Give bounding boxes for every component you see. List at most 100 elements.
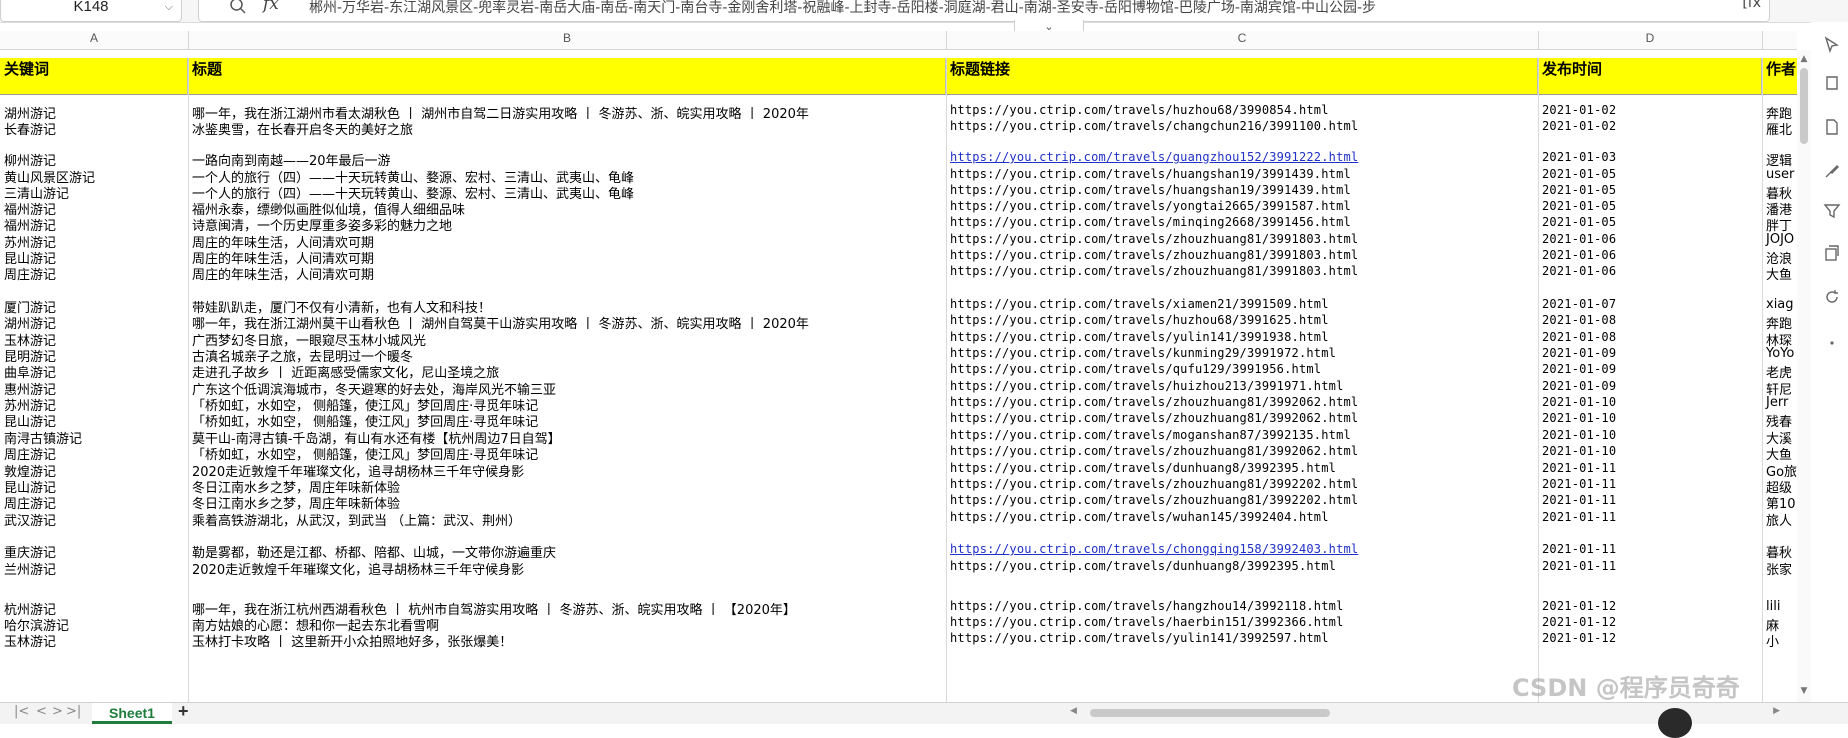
column-header-b[interactable]: B <box>188 31 947 49</box>
table-cell-e[interactable]: 旅人 <box>1762 510 1797 528</box>
add-sheet-button[interactable]: + <box>178 701 189 722</box>
scroll-up-icon[interactable]: ▲ <box>1799 54 1809 64</box>
table-cell-d[interactable]: 2021-01-10 <box>1538 411 1762 429</box>
table-cell-e[interactable]: 大鱼 <box>1762 264 1797 282</box>
table-cell-e[interactable]: 暮秋 <box>1762 542 1797 560</box>
table-cell-b[interactable]: 乘着高铁游湖北，从武汉，到武当 （上篇：武汉、荆州） <box>188 510 946 528</box>
table-cell-d[interactable]: 2021-01-05 <box>1538 215 1762 233</box>
formula-expand-button[interactable]: [fx <box>1742 0 1761 11</box>
table-cell-a[interactable]: 柳州游记 <box>0 150 188 168</box>
table-cell-a[interactable]: 周庄游记 <box>0 444 188 462</box>
table-cell-d[interactable]: 2021-01-11 <box>1538 542 1762 560</box>
scroll-down-icon[interactable]: ▼ <box>1799 686 1809 696</box>
name-box[interactable]: K148 ⌵ <box>0 0 182 22</box>
sheet-tab-sheet1[interactable]: Sheet1 <box>92 703 172 724</box>
refresh-icon[interactable] <box>1823 288 1841 306</box>
table-cell-c[interactable]: https://you.ctrip.com/travels/qufu129/39… <box>946 362 1538 380</box>
table-cell-a[interactable]: 湖州游记 <box>0 313 188 331</box>
scroll-left-icon[interactable]: ◀ <box>1070 706 1077 716</box>
table-cell-a[interactable]: 兰州游记 <box>0 559 188 577</box>
header-title-link[interactable]: 标题链接 <box>946 58 1538 95</box>
table-cell-a[interactable]: 福州游记 <box>0 215 188 233</box>
prev-sheet-icon[interactable]: < <box>36 704 47 719</box>
column-header-e[interactable] <box>1762 31 1797 49</box>
table-cell-d[interactable]: 2021-01-11 <box>1538 493 1762 511</box>
table-cell-b[interactable]: 周庄的年味生活，人间清欢可期 <box>188 264 946 282</box>
table-cell-c[interactable]: https://you.ctrip.com/travels/zhouzhuang… <box>946 493 1538 511</box>
filter-icon[interactable] <box>1823 202 1841 220</box>
table-cell-b[interactable]: 冬日江南水乡之梦，周庄年味新体验 <box>188 493 946 511</box>
table-cell-d[interactable]: 2021-01-02 <box>1538 119 1762 137</box>
table-cell-b[interactable]: 「桥如虹，水如空， 侧船篷，使江风」梦回周庄·寻觅年味记 <box>188 411 946 429</box>
table-cell-c[interactable]: https://you.ctrip.com/travels/guangzhou1… <box>946 150 1538 168</box>
table-cell-b[interactable]: 诗意闽清，一个历史厚重多姿多彩的魅力之地 <box>188 215 946 233</box>
table-cell-b[interactable]: 走进孔子故乡 丨 近距离感受儒家文化，尼山圣境之旅 <box>188 362 946 380</box>
table-cell-d[interactable]: 2021-01-11 <box>1538 510 1762 528</box>
table-cell-d[interactable]: 2021-01-06 <box>1538 264 1762 282</box>
table-cell-e[interactable]: 张家 <box>1762 559 1797 577</box>
table-cell-d[interactable]: 2021-01-08 <box>1538 313 1762 331</box>
formula-input[interactable]: fx 郴州-万华岩-东江湖风景区-兜率灵岩-南岳大庙-南岳-南天门-南台寺-金刚… <box>198 0 1770 22</box>
table-cell-c[interactable]: https://you.ctrip.com/travels/zhouzhuang… <box>946 444 1538 462</box>
zoom-icon[interactable] <box>229 0 247 15</box>
table-cell-b[interactable]: 2020走近敦煌千年璀璨文化，追寻胡杨林三千年守候身影 <box>188 559 946 577</box>
table-cell-c[interactable]: https://you.ctrip.com/travels/zhouzhuang… <box>946 264 1538 282</box>
table-cell-e[interactable]: 第10 <box>1762 493 1797 511</box>
table-cell-d[interactable]: 2021-01-12 <box>1538 631 1762 649</box>
table-cell-a[interactable]: 武汉游记 <box>0 510 188 528</box>
header-publish-time[interactable]: 发布时间 <box>1538 58 1762 95</box>
table-cell-a[interactable]: 玉林游记 <box>0 631 188 649</box>
table-cell-e[interactable]: 残春 <box>1762 411 1797 429</box>
chevron-down-icon[interactable]: ⌵ <box>165 0 173 19</box>
column-header-c[interactable]: C <box>946 31 1539 49</box>
horizontal-scrollbar-thumb[interactable] <box>1090 709 1330 717</box>
table-cell-d[interactable]: 2021-01-03 <box>1538 150 1762 168</box>
paint-icon[interactable] <box>1823 162 1841 180</box>
table-cell-c[interactable]: https://you.ctrip.com/travels/chongqing1… <box>946 542 1538 560</box>
table-cell-a[interactable]: 曲阜游记 <box>0 362 188 380</box>
scroll-right-icon[interactable]: ▶ <box>1773 706 1780 716</box>
column-header-d[interactable]: D <box>1538 31 1763 49</box>
column-header-a[interactable]: A <box>0 31 189 49</box>
next-sheet-icon[interactable]: > <box>52 704 63 719</box>
formula-content[interactable]: 郴州-万华岩-东江湖风景区-兜率灵岩-南岳大庙-南岳-南天门-南台寺-金刚舍利塔… <box>309 0 1729 17</box>
table-cell-d[interactable]: 2021-01-09 <box>1538 362 1762 380</box>
table-cell-a[interactable]: 昆山游记 <box>0 411 188 429</box>
vertical-scrollbar[interactable]: ▲ ▼ <box>1797 50 1811 702</box>
table-cell-e[interactable]: 胖丁 <box>1762 215 1797 233</box>
scrollbar-thumb[interactable] <box>1800 68 1808 144</box>
fx-icon[interactable]: fx <box>263 0 279 14</box>
table-cell-c[interactable]: https://you.ctrip.com/travels/changchun2… <box>946 119 1538 137</box>
header-keyword[interactable]: 关键词 <box>0 58 188 95</box>
shape-icon[interactable] <box>1823 74 1841 92</box>
first-sheet-icon[interactable]: |< <box>14 704 29 719</box>
table-cell-e[interactable]: 逻辑 <box>1762 150 1797 168</box>
document-icon[interactable] <box>1823 118 1841 136</box>
table-cell-a[interactable]: 周庄游记 <box>0 264 188 282</box>
table-cell-e[interactable]: 雁北 <box>1762 119 1797 137</box>
last-sheet-icon[interactable]: >| <box>66 704 81 719</box>
table-cell-e[interactable]: 老虎 <box>1762 362 1797 380</box>
table-cell-e[interactable]: 奔跑 <box>1762 313 1797 331</box>
table-cell-c[interactable]: https://you.ctrip.com/travels/minqing266… <box>946 215 1538 233</box>
table-cell-c[interactable]: https://you.ctrip.com/travels/wuhan145/3… <box>946 510 1538 528</box>
table-cell-d[interactable]: 2021-01-10 <box>1538 444 1762 462</box>
header-title[interactable]: 标题 <box>188 58 946 95</box>
table-cell-b[interactable]: 勒是雾都，勒还是江都、桥都、陪都、山城，一文带你游遍重庆 <box>188 542 946 560</box>
table-cell-b[interactable]: 冰鉴奥雪，在长春开启冬天的美好之旅 <box>188 119 946 137</box>
more-icon[interactable] <box>1823 334 1841 352</box>
table-cell-b[interactable]: 玉林打卡攻略 丨 这里新开小众拍照地好多，张张爆美！ <box>188 631 946 649</box>
table-cell-c[interactable]: https://you.ctrip.com/travels/zhouzhuang… <box>946 411 1538 429</box>
table-cell-e[interactable]: 小 <box>1762 631 1797 649</box>
table-cell-a[interactable]: 长春游记 <box>0 119 188 137</box>
table-cell-b[interactable]: 一路向南到南越——20年最后一游 <box>188 150 946 168</box>
header-author[interactable]: 作者 <box>1762 58 1797 95</box>
table-cell-c[interactable]: https://you.ctrip.com/travels/huzhou68/3… <box>946 313 1538 331</box>
table-cell-c[interactable]: https://you.ctrip.com/travels/yulin141/3… <box>946 631 1538 649</box>
cursor-icon[interactable] <box>1823 36 1841 54</box>
table-cell-c[interactable]: https://you.ctrip.com/travels/dunhuang8/… <box>946 559 1538 577</box>
table-cell-d[interactable]: 2021-01-11 <box>1538 559 1762 577</box>
copy-icon[interactable] <box>1823 244 1841 262</box>
table-cell-b[interactable]: 「桥如虹，水如空， 侧船篷，使江风」梦回周庄·寻觅年味记 <box>188 444 946 462</box>
table-cell-a[interactable]: 周庄游记 <box>0 493 188 511</box>
